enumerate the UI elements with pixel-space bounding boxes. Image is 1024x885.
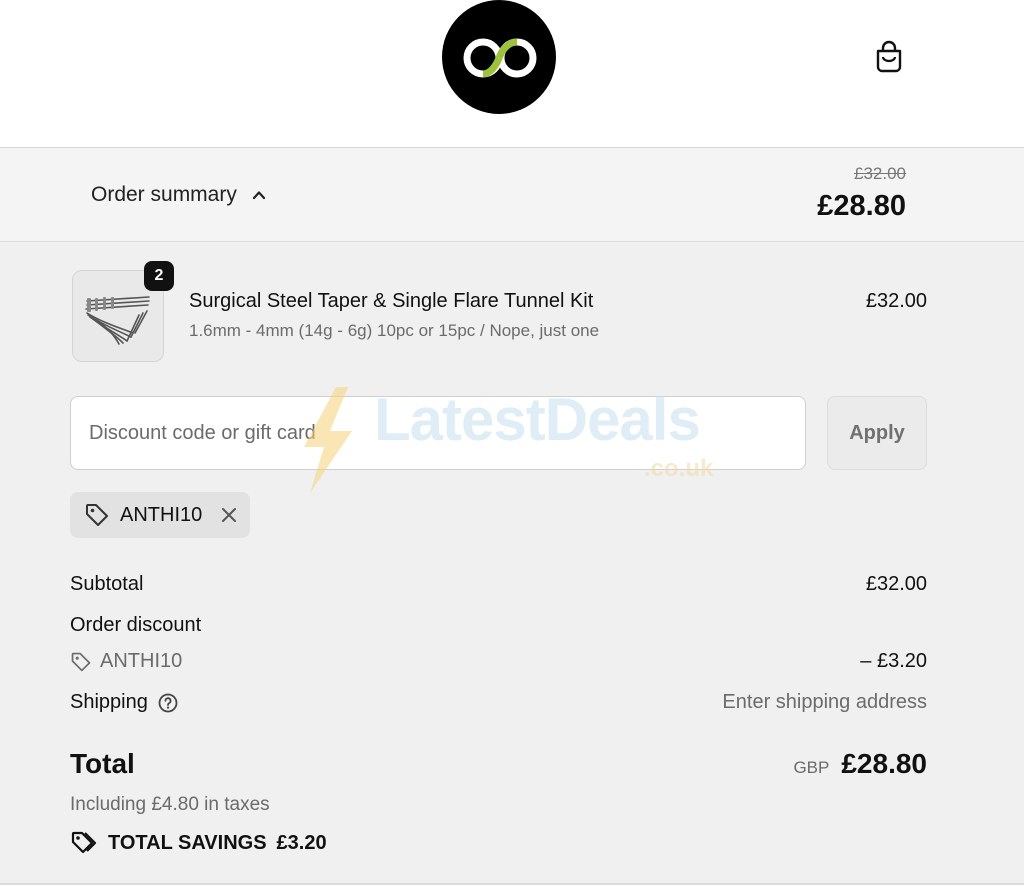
currency-code: GBP xyxy=(793,758,830,777)
quantity-badge: 2 xyxy=(144,261,174,291)
store-logo[interactable] xyxy=(440,0,558,115)
applied-code-text: ANTHI10 xyxy=(120,503,203,526)
shipping-value: Enter shipping address xyxy=(722,691,927,713)
apply-discount-button[interactable]: Apply xyxy=(827,396,927,470)
original-total-price: £32.00 xyxy=(854,164,906,183)
subtotal-value: £32.00 xyxy=(865,573,927,595)
tag-icon xyxy=(86,504,108,526)
shopping-bag-icon[interactable] xyxy=(872,40,906,74)
order-discount-value: – £3.20 xyxy=(860,650,927,672)
close-icon[interactable] xyxy=(220,506,238,524)
help-circle-icon[interactable] xyxy=(158,693,178,713)
tags-icon xyxy=(71,831,97,854)
taxes-note: Including £4.80 in taxes xyxy=(70,794,270,815)
product-title: Surgical Steel Taper & Single Flare Tunn… xyxy=(189,290,594,312)
total-amount-group: GBP £28.80 xyxy=(793,748,927,780)
chevron-up-icon xyxy=(252,191,265,200)
total-savings-label: TOTAL SAVINGS xyxy=(108,831,267,854)
discount-code-input[interactable] xyxy=(70,396,806,470)
total-savings: TOTAL SAVINGS £3.20 xyxy=(70,830,327,856)
order-summary-toggle[interactable]: Order summary xyxy=(91,182,267,208)
shipping-label: Shipping xyxy=(70,691,148,713)
applied-discount-chip: ANTHI10 xyxy=(70,492,250,538)
summary-total-price: £28.80 xyxy=(817,190,906,222)
order-discount-code: ANTHI10 xyxy=(70,650,182,673)
total-value: £28.80 xyxy=(841,748,927,779)
total-label: Total xyxy=(70,748,135,779)
order-discount-label: Order discount xyxy=(70,614,202,636)
tag-icon xyxy=(71,652,91,671)
product-variant: 1.6mm - 4mm (14g - 6g) 10pc or 15pc / No… xyxy=(189,321,600,340)
shipping-row-label: Shipping xyxy=(70,691,178,714)
subtotal-label: Subtotal xyxy=(70,573,144,595)
order-discount-code-text: ANTHI10 xyxy=(100,650,183,672)
product-price: £32.00 xyxy=(865,290,927,312)
total-savings-value: £3.20 xyxy=(276,831,327,854)
store-header xyxy=(0,0,1024,148)
order-summary-label: Order summary xyxy=(91,183,237,206)
